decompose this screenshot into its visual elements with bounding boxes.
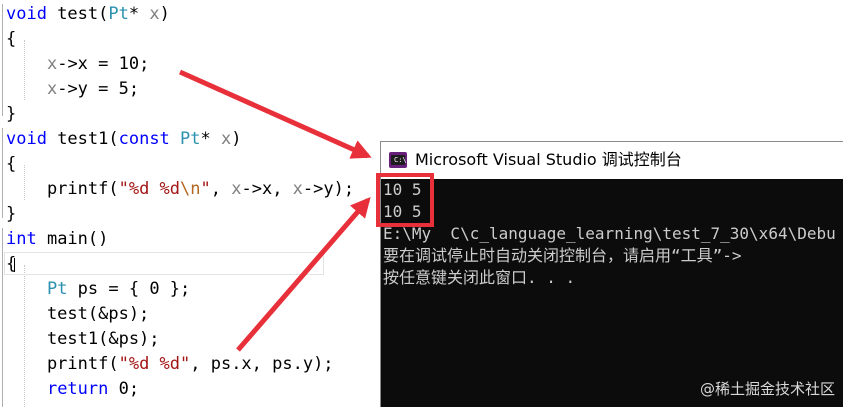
code-token: printf( (6, 354, 119, 374)
code-token: test( (46, 4, 109, 24)
debug-console-window[interactable]: C:\ Microsoft Visual Studio 调试控制台 10 5 1… (380, 141, 843, 407)
code-token: test1( (46, 129, 119, 149)
code-token: Pt (108, 4, 129, 24)
code-token: { (6, 154, 17, 174)
code-token: test1(&ps); (6, 329, 160, 349)
code-token: , ps.x, ps.y); (190, 354, 334, 374)
code-token: { (6, 29, 17, 49)
code-token: 0; (108, 379, 140, 399)
code-token: Pt (46, 279, 68, 299)
code-line: return 0; (6, 377, 139, 402)
code-line: } (6, 202, 16, 227)
console-output-line: 要在调试停止时自动关闭控制台，请启用“工具”-> (383, 246, 742, 265)
code-token: main() (36, 229, 109, 249)
code-token: x (149, 4, 160, 24)
fold-bar (2, 4, 3, 116)
console-title: Microsoft Visual Studio 调试控制台 (415, 150, 682, 169)
watermark: @稀土掘金技术社区 (699, 380, 835, 398)
code-token: x (292, 179, 303, 199)
code-token: ) (231, 129, 242, 149)
code-token: x (221, 129, 232, 149)
code-line: { (6, 252, 16, 277)
code-token: printf( (6, 179, 119, 199)
code-token: void (6, 4, 47, 24)
code-token: x (46, 79, 58, 99)
code-token: ) (159, 4, 170, 24)
fold-bar (2, 228, 3, 407)
code-line: x->y = 5; (6, 77, 139, 102)
console-titlebar[interactable]: C:\ Microsoft Visual Studio 调试控制台 (381, 142, 843, 179)
code-token: ->y); (302, 179, 355, 199)
current-line-highlight (4, 252, 324, 275)
code-line: } (6, 102, 16, 127)
code-token: ->x, (241, 179, 293, 199)
code-token: * (200, 129, 222, 149)
console-app-icon: C:\ (389, 152, 407, 168)
code-token: ->x = 10; (57, 54, 150, 74)
code-line: void test(Pt* x) (6, 2, 170, 27)
code-token: * (128, 4, 150, 24)
code-token: const (118, 129, 170, 149)
code-line: test(&ps); (6, 302, 149, 327)
console-output-line: E:\My C\c_language_learning\test_7_30\x6… (383, 224, 836, 243)
fold-bar (2, 128, 3, 218)
code-token: "%d %d (118, 179, 181, 199)
code-line: printf("%d %d", ps.x, ps.y); (6, 352, 334, 377)
code-token: Pt (180, 129, 201, 149)
code-line: Pt ps = { 0 }; (6, 277, 190, 302)
code-token: "%d %d" (118, 354, 191, 374)
console-output-area[interactable]: 10 5 10 5 E:\My C\c_language_learning\te… (381, 179, 843, 407)
code-token: test(&ps); (6, 304, 150, 324)
code-token: x (231, 179, 242, 199)
code-line: void test1(const Pt* x) (6, 127, 242, 152)
code-token: { (6, 254, 17, 274)
code-line: printf("%d %d\n", x->x, x->y); (6, 177, 354, 202)
code-token: int (6, 229, 37, 249)
code-token: void (6, 129, 47, 149)
code-token: } (6, 104, 17, 124)
code-token: x (46, 54, 58, 74)
code-token: return (46, 379, 109, 399)
code-line: test1(&ps); (6, 327, 160, 352)
code-token: \n (180, 179, 201, 199)
output-highlight-box (376, 173, 434, 227)
code-token: , (210, 179, 232, 199)
code-line: { (6, 27, 16, 52)
code-line: { (6, 152, 16, 177)
code-token: } (6, 204, 17, 224)
code-token: ps = { 0 }; (67, 279, 191, 299)
code-token: " (200, 179, 211, 199)
code-line: int main() (6, 227, 108, 252)
console-output-line: 按任意键关闭此窗口. . . (383, 268, 576, 287)
code-token: ->y = 5; (57, 79, 140, 99)
code-line: x->x = 10; (6, 52, 149, 77)
